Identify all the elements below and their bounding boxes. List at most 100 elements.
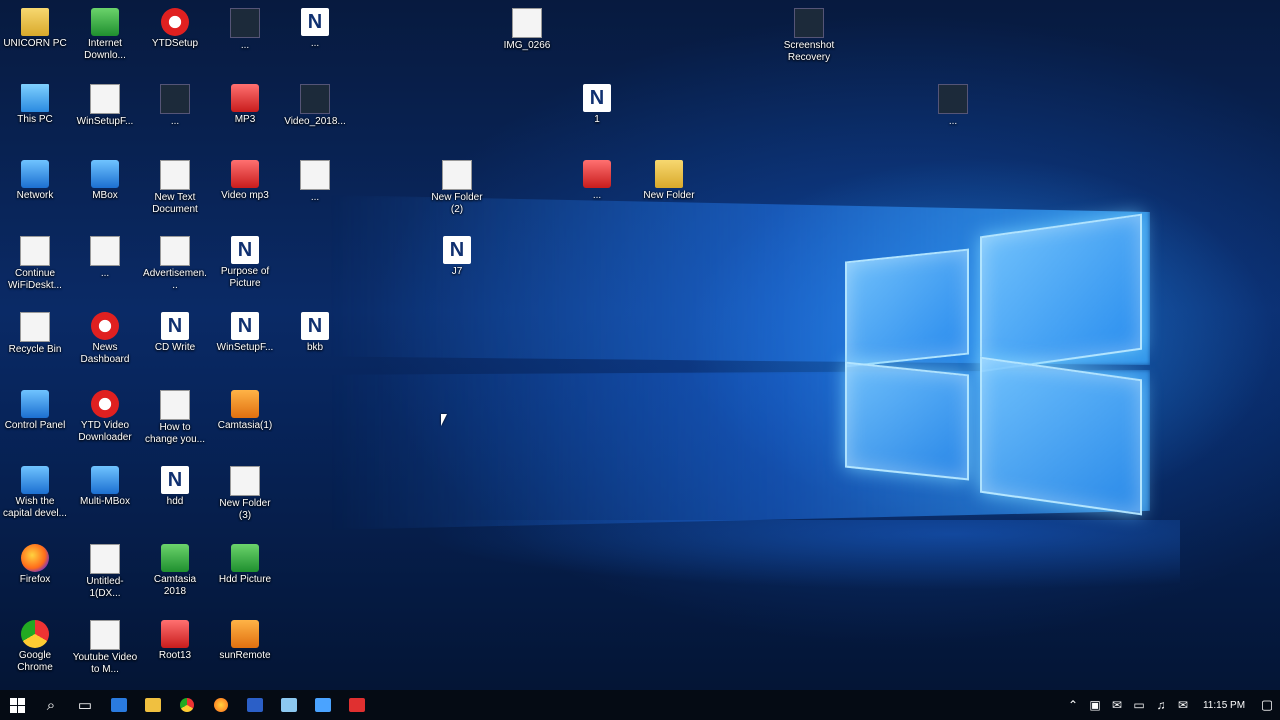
desktop-icon-label: New Folder [643, 190, 695, 201]
desktop-icon-hdd[interactable]: Nhdd [142, 466, 208, 508]
taskbar-app-paint[interactable] [272, 690, 306, 720]
mp3-icon [231, 84, 259, 112]
desktop-icon-mp3[interactable]: MP3 [212, 84, 278, 126]
desktop-icon-new-folder-3[interactable]: New Folder (3) [212, 466, 278, 522]
taskbar-app-chrome[interactable] [170, 690, 204, 720]
desktop-icon-new-folder-2[interactable]: New Folder (2) [424, 160, 490, 216]
desktop-icon-file-2[interactable]: N... [282, 8, 348, 50]
desktop-icon-label: MP3 [234, 114, 256, 125]
desktop-icon-label: Untitled-1(DX... [86, 576, 124, 599]
desktop-icon-continue-wifi[interactable]: Continue WiFiDeskt... [2, 236, 68, 292]
desktop-icon-root13[interactable]: Root13 [142, 620, 208, 662]
wallpaper-windows-logo-pane [845, 248, 969, 367]
desktop-icon-file-5[interactable]: ... [282, 160, 348, 204]
desktop-icon-unicorn-pc[interactable]: UNICORN PC [2, 8, 68, 50]
desktop-icon-winsetup-1[interactable]: WinSetupF... [72, 84, 138, 128]
desktop-icon-label: Recycle Bin [8, 344, 62, 355]
desktop-icon-youtube-video[interactable]: Youtube Video to M... [72, 620, 138, 676]
desktop-icon-j7[interactable]: N J7 [424, 236, 490, 278]
desktop-icon-network[interactable]: Network [2, 160, 68, 202]
taskbar-app-media[interactable] [340, 690, 374, 720]
desktop-icon-how-to-change[interactable]: How to change you... [142, 390, 208, 446]
desktop-icon-bkb[interactable]: Nbkb [282, 312, 348, 354]
desktop-icon-video-2018[interactable]: Video_2018... [282, 84, 348, 128]
desktop-icon-label: New Text Document [152, 192, 198, 215]
tray-volume-icon[interactable]: ♫ [1150, 698, 1172, 712]
wallpaper-windows-logo-pane [980, 213, 1142, 373]
desktop-icon-cd-write[interactable]: N CD Write [142, 312, 208, 354]
desktop-icon-news-dashboard[interactable]: News Dashboard [72, 312, 138, 366]
tray-language-icon[interactable]: ✉ [1172, 698, 1194, 712]
start-button[interactable] [0, 690, 34, 720]
tray-app-icon[interactable]: ▣ [1084, 698, 1106, 712]
desktop-icon-wish-capital[interactable]: Wish the capital devel... [2, 466, 68, 520]
desktop-icon-control-panel[interactable]: Control Panel [2, 390, 68, 432]
how-to-change-icon [160, 390, 190, 420]
desktop-icon-file-1[interactable]: ... [212, 8, 278, 52]
desktop-icon-camtasia-2018[interactable]: Camtasia 2018 [142, 544, 208, 598]
desktop-icon-label: YTDSetup [151, 38, 199, 49]
taskbar-app-store[interactable] [306, 690, 340, 720]
desktop-icon-mbox[interactable]: MBox [72, 160, 138, 202]
winrar-icon [583, 160, 611, 188]
camtasia-1-icon [231, 390, 259, 418]
system-tray: ⌃ ▣ ✉ ▭ ♫ ✉ 11:15 PM ▢ [1062, 690, 1280, 720]
desktop-icon-sunremote[interactable]: sunRemote [212, 620, 278, 662]
desktop-icon-label: Control Panel [4, 420, 66, 431]
new-folder-3-icon [230, 466, 260, 496]
desktop-icon-advertisement[interactable]: Advertisemen... [142, 236, 208, 292]
chrome-icon [180, 698, 194, 712]
desktop-icon-hdd-picture[interactable]: Hdd Picture [212, 544, 278, 586]
desktop-icon-nitro-1[interactable]: N1 [564, 84, 630, 126]
file-6-icon [90, 236, 120, 266]
desktop-icon-purpose-picture[interactable]: N Purpose of Picture [212, 236, 278, 290]
desktop-icon-label: WinSetupF... [76, 116, 134, 127]
firefox-icon [21, 544, 49, 572]
desktop-icon-video-mp3[interactable]: Video mp3 [212, 160, 278, 202]
desktop-icon-screenshot-recovery[interactable]: Screenshot Recovery [776, 8, 842, 64]
file-1-icon [230, 8, 260, 38]
taskbar-app-word[interactable] [238, 690, 272, 720]
action-center-icon[interactable]: ▢ [1254, 697, 1280, 713]
desktop-icon-label: New Folder (2) [431, 192, 483, 215]
desktop-icon-label: News Dashboard [80, 342, 130, 365]
desktop-icon-new-text-doc[interactable]: New Text Document [142, 160, 208, 216]
desktop-icon-camtasia-1[interactable]: Camtasia(1) [212, 390, 278, 432]
desktop-icon-file-3[interactable]: ... [142, 84, 208, 128]
desktop-icon-file-4[interactable]: ... [920, 84, 986, 128]
taskbar-app-edge[interactable] [102, 690, 136, 720]
hdd-icon: N [161, 466, 189, 494]
tray-mail-icon[interactable]: ✉ [1106, 698, 1128, 712]
desktop-icon-multi-mbox[interactable]: Multi-MBox [72, 466, 138, 508]
desktop-icon-firefox[interactable]: Firefox [2, 544, 68, 586]
desktop-icon-untitled-1[interactable]: Untitled-1(DX... [72, 544, 138, 600]
search-icon: ⌕ [46, 696, 56, 714]
desktop-icon-recycle-bin[interactable]: Recycle Bin [2, 312, 68, 356]
desktop-icon-google-chrome[interactable]: Google Chrome [2, 620, 68, 674]
desktop-icon-ytd-video-downloader[interactable]: YTD Video Downloader [72, 390, 138, 444]
task-view-button[interactable]: ▭ [68, 690, 102, 720]
desktop-icon-label: bkb [306, 342, 324, 353]
taskbar-clock[interactable]: 11:15 PM [1194, 700, 1254, 711]
recycle-bin-icon [20, 312, 50, 342]
media-icon [349, 698, 365, 712]
desktop-icon-label: This PC [17, 114, 53, 125]
desktop-icon-new-folder[interactable]: New Folder [636, 160, 702, 202]
windows-start-icon [9, 697, 25, 713]
desktop-icon-winrar[interactable]: ... [564, 160, 630, 202]
desktop-icon-file-6[interactable]: ... [72, 236, 138, 280]
root13-icon [161, 620, 189, 648]
hdd-picture-icon [231, 544, 259, 572]
desktop-icon-winsetup-2[interactable]: N WinSetupF... [212, 312, 278, 354]
j7-icon: N [443, 236, 471, 264]
taskbar-app-firefox[interactable] [204, 690, 238, 720]
taskbar-app-file-explorer[interactable] [136, 690, 170, 720]
desktop-icon-img-0266[interactable]: IMG_0266 [494, 8, 560, 52]
tray-chevron-up-icon[interactable]: ⌃ [1062, 698, 1084, 712]
desktop-icon-ytdsetup[interactable]: YTDSetup [142, 8, 208, 50]
desktop-icon-internet-download[interactable]: Internet Downlo... [72, 8, 138, 62]
word-icon [247, 698, 263, 712]
tray-network-icon[interactable]: ▭ [1128, 698, 1150, 712]
search-button[interactable]: ⌕ [34, 690, 68, 720]
desktop-icon-this-pc[interactable]: This PC [2, 84, 68, 126]
